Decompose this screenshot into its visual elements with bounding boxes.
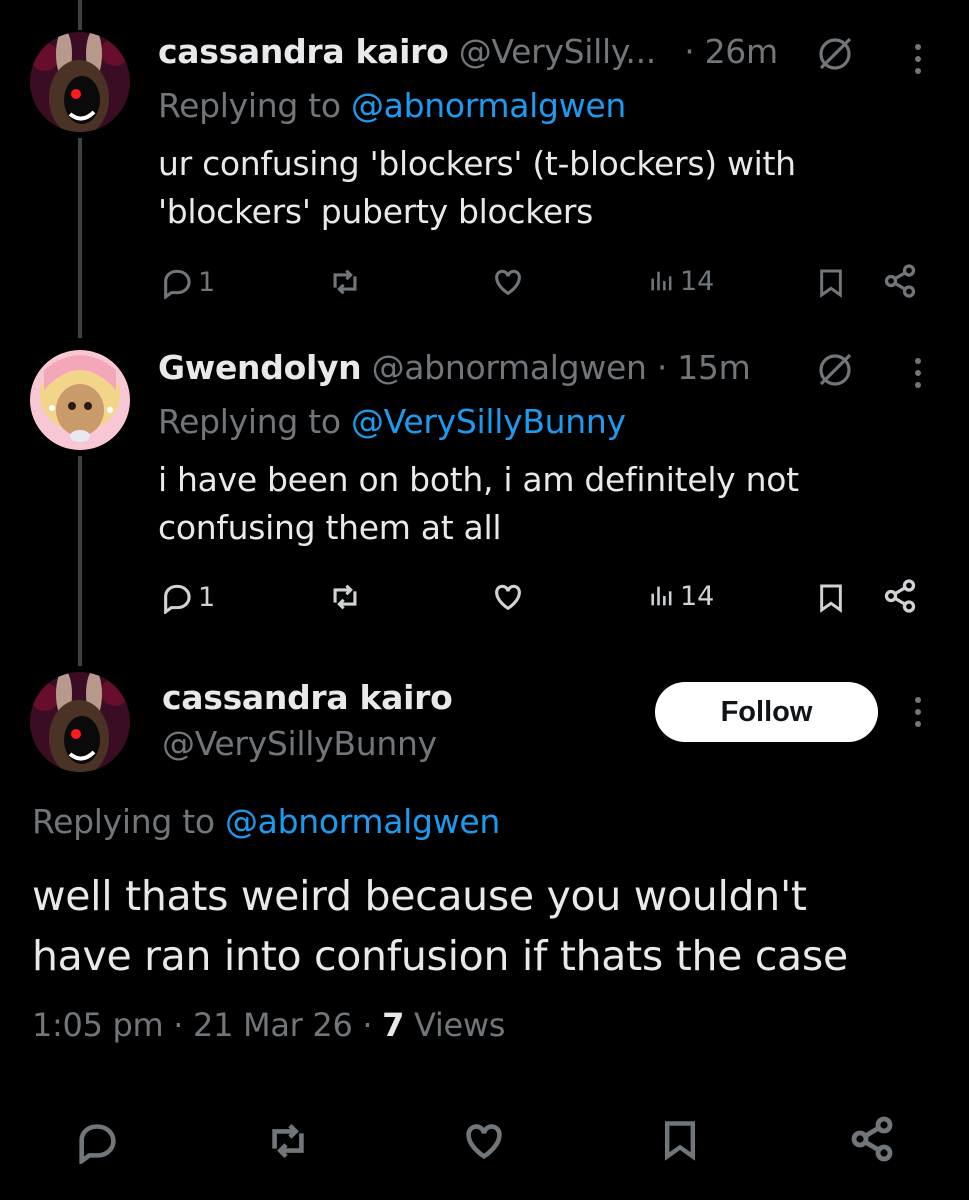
- reply-button[interactable]: 1: [160, 580, 215, 614]
- grok-icon[interactable]: [815, 34, 855, 74]
- thread-line: [78, 138, 82, 338]
- handle[interactable]: @VerySilly...: [459, 32, 657, 71]
- repost-icon: [333, 584, 357, 610]
- share-icon: [884, 579, 916, 613]
- avatar-cassandra[interactable]: [30, 32, 130, 132]
- share-button[interactable]: [882, 263, 918, 299]
- views-count[interactable]: 7: [382, 1006, 404, 1044]
- view-count: 14: [680, 580, 715, 612]
- thread-line: [78, 0, 82, 30]
- repost-icon: [333, 269, 357, 295]
- follow-button[interactable]: Follow: [655, 682, 878, 742]
- more-icon[interactable]: [915, 697, 923, 733]
- thread-line: [78, 456, 82, 666]
- like-button[interactable]: [490, 580, 526, 614]
- bookmark-icon: [820, 584, 842, 613]
- bookmark-icon[interactable]: [658, 1114, 702, 1166]
- replying-to: Replying to @abnormalgwen: [32, 802, 500, 841]
- reply-count: 1: [198, 581, 216, 613]
- like-icon: [495, 269, 521, 296]
- avatar-image: [30, 32, 130, 132]
- share-icon: [884, 264, 916, 298]
- avatar-image: [30, 350, 130, 450]
- share-icon[interactable]: [848, 1114, 896, 1164]
- more-icon[interactable]: [915, 44, 923, 80]
- view-count: 14: [680, 265, 715, 297]
- reply-button[interactable]: 1: [160, 265, 215, 299]
- replying-prefix: Replying to: [158, 86, 341, 125]
- separator: ·: [173, 1006, 184, 1044]
- views-icon: [651, 586, 672, 606]
- replying-to: Replying to @VerySillyBunny: [158, 402, 626, 441]
- display-name[interactable]: Gwendolyn: [158, 348, 362, 387]
- views-icon: [651, 271, 672, 291]
- tweet-text: i have been on both, i am definitely not…: [158, 460, 799, 547]
- replying-prefix: Replying to: [158, 402, 341, 441]
- display-name[interactable]: cassandra kairo: [158, 32, 449, 71]
- display-name[interactable]: cassandra kairo: [162, 678, 453, 717]
- like-button[interactable]: [490, 265, 526, 299]
- views-button[interactable]: 14: [648, 265, 714, 297]
- repost-button[interactable]: [327, 580, 363, 614]
- tweet-text: ur confusing 'blockers' (t-blockers) wit…: [158, 144, 796, 231]
- reply-icon: [164, 584, 191, 614]
- handle[interactable]: @abnormalgwen: [372, 348, 647, 387]
- bookmark-button[interactable]: [815, 580, 847, 616]
- reply-icon: [164, 269, 191, 299]
- timestamp[interactable]: · 15m: [657, 348, 751, 387]
- more-icon[interactable]: [915, 358, 923, 394]
- grok-icon[interactable]: [815, 350, 855, 390]
- like-icon[interactable]: [460, 1118, 508, 1164]
- share-button[interactable]: [882, 578, 918, 614]
- timestamp[interactable]: · 26m: [684, 32, 778, 71]
- avatar-gwendolyn[interactable]: [30, 350, 130, 450]
- separator: ·: [362, 1006, 373, 1044]
- main-tweet-text: well thats weird because you wouldn't ha…: [32, 872, 848, 980]
- post-date: 21 Mar 26: [193, 1006, 353, 1044]
- replying-handle-link[interactable]: @abnormalgwen: [225, 802, 500, 841]
- tweet-2-header: Gwendolyn @abnormalgwen · 15m: [158, 348, 751, 387]
- repost-icon[interactable]: [264, 1118, 312, 1164]
- bookmark-button[interactable]: [815, 265, 847, 301]
- handle[interactable]: @VerySillyBunny: [162, 724, 437, 763]
- tweet-meta: 1:05 pm · 21 Mar 26 · 7 Views: [32, 1006, 505, 1044]
- reply-icon[interactable]: [74, 1118, 120, 1164]
- avatar-cassandra[interactable]: [30, 672, 130, 772]
- avatar-image: [30, 672, 130, 772]
- tweet-1-header: cassandra kairo @VerySilly... · 26m: [158, 32, 778, 71]
- replying-prefix: Replying to: [32, 802, 215, 841]
- like-icon: [495, 584, 521, 611]
- bookmark-icon: [820, 269, 842, 298]
- post-time: 1:05 pm: [32, 1006, 164, 1044]
- replying-handle-link[interactable]: @VerySillyBunny: [351, 402, 626, 441]
- reply-count: 1: [198, 266, 216, 298]
- views-label[interactable]: Views: [414, 1006, 505, 1044]
- repost-button[interactable]: [327, 265, 363, 299]
- replying-handle-link[interactable]: @abnormalgwen: [351, 86, 626, 125]
- views-button[interactable]: 14: [648, 580, 714, 612]
- replying-to: Replying to @abnormalgwen: [158, 86, 626, 125]
